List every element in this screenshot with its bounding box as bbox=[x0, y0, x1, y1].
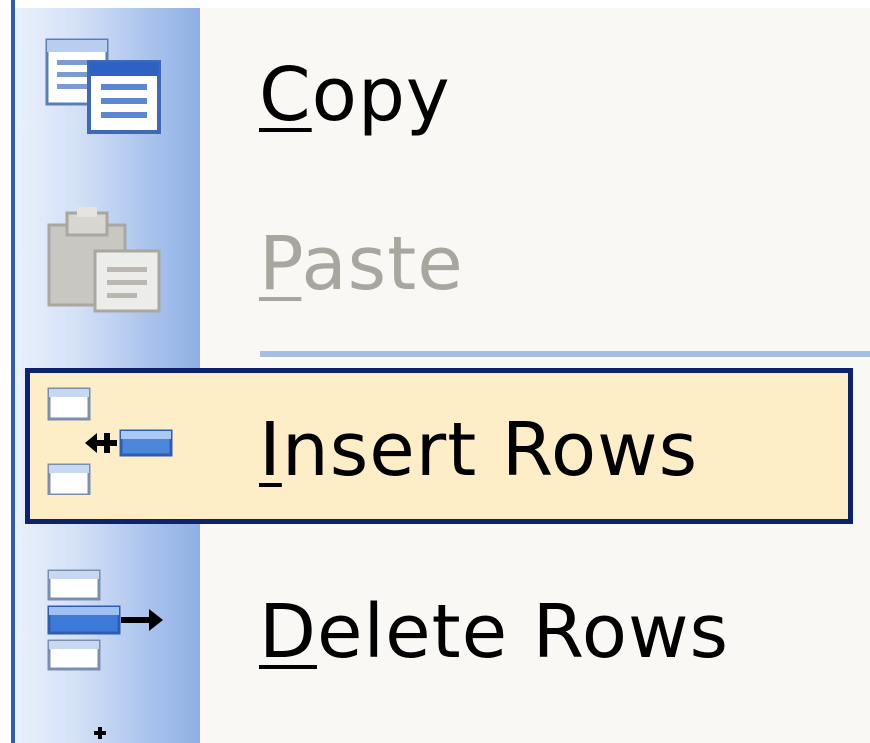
cutoff-menu-icon bbox=[94, 727, 106, 739]
mnemonic-letter: I bbox=[259, 407, 282, 493]
menu-item-label: Insert Rows bbox=[259, 413, 698, 487]
menu-top-edge bbox=[0, 0, 870, 8]
menu-separator bbox=[260, 351, 870, 360]
paste-icon bbox=[47, 207, 161, 313]
label-text: aste bbox=[301, 221, 464, 307]
mnemonic-letter: C bbox=[259, 52, 312, 138]
copy-icon bbox=[45, 38, 161, 134]
menu-item-insert-rows[interactable]: Insert Rows bbox=[15, 365, 870, 524]
menu-item-delete-rows[interactable]: Delete Rows bbox=[15, 545, 870, 695]
menu-item-label: Copy bbox=[259, 58, 451, 132]
menu-item-label: Paste bbox=[259, 227, 464, 301]
mnemonic-letter: D bbox=[259, 589, 317, 675]
label-text: opy bbox=[311, 52, 451, 138]
menu-left-edge bbox=[0, 0, 15, 743]
mnemonic-letter: P bbox=[259, 221, 302, 307]
delete-rows-icon bbox=[47, 569, 163, 671]
context-menu: Copy Paste Insert Rows Delete Rows bbox=[0, 0, 870, 743]
label-text: nsert Rows bbox=[281, 407, 699, 493]
menu-item-paste[interactable]: Paste bbox=[15, 185, 870, 335]
menu-item-copy[interactable]: Copy bbox=[15, 18, 870, 168]
insert-rows-icon bbox=[47, 387, 173, 495]
menu-item-label: Delete Rows bbox=[259, 595, 729, 669]
label-text: elete Rows bbox=[316, 589, 730, 675]
